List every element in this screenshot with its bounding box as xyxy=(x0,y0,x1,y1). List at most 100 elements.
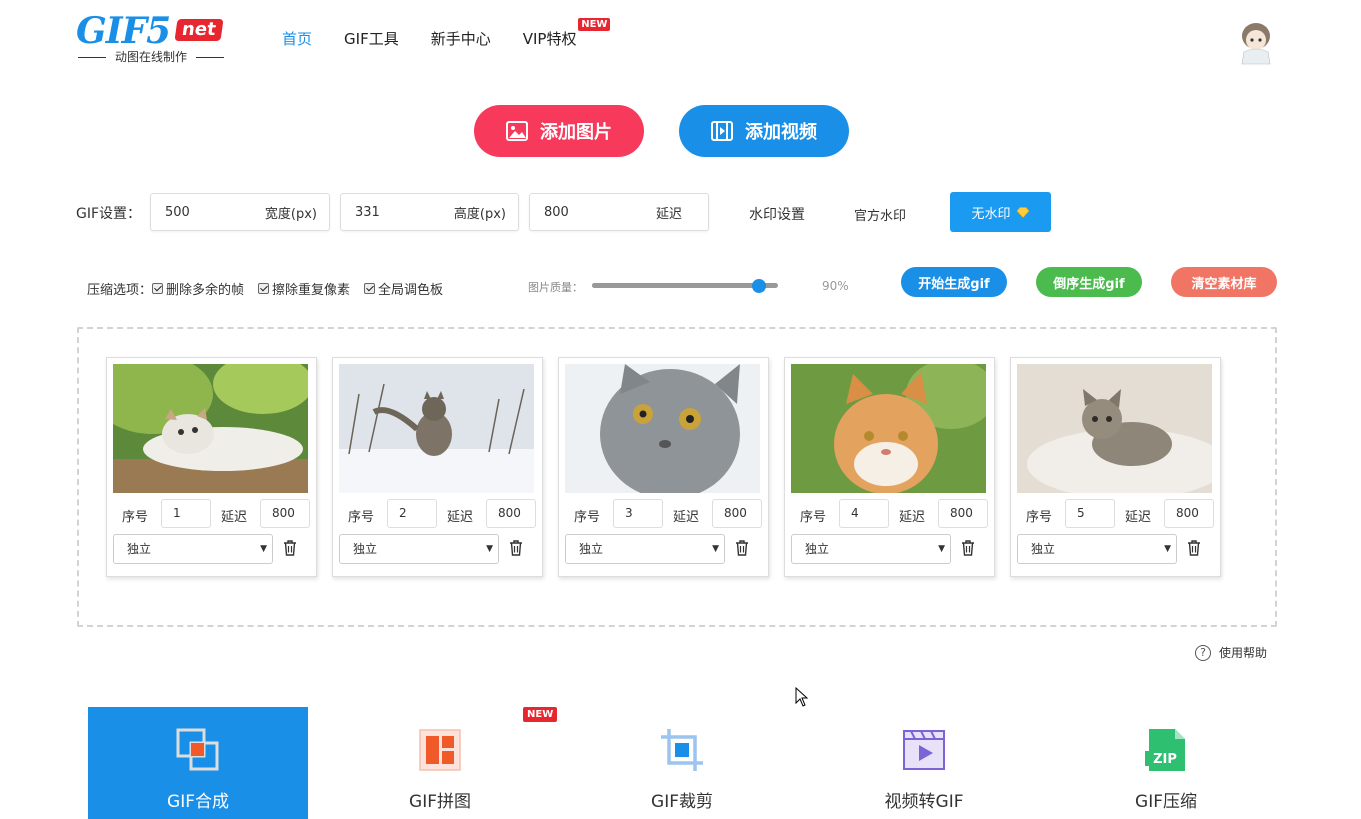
frame-thumbnail[interactable] xyxy=(791,364,986,493)
frame-card[interactable]: 序号 1 延迟 800 独立 ▼ xyxy=(106,357,317,577)
new-badge: NEW xyxy=(578,18,611,31)
tool-label: GIF拼图 xyxy=(409,792,471,812)
reverse-generate-button[interactable]: 倒序生成gif xyxy=(1036,267,1142,297)
crop-icon xyxy=(661,729,703,771)
logo-text: GIF5 xyxy=(76,10,171,52)
tool-label: 视频转GIF xyxy=(884,792,964,812)
delay-label: 延迟 xyxy=(221,510,248,525)
frame-card[interactable]: 序号 5 延迟 800 独立 ▼ xyxy=(1010,357,1221,577)
help-link[interactable]: ? 使用帮助 xyxy=(1195,644,1267,661)
tool-gif-crop[interactable]: GIF裁剪 xyxy=(572,707,792,819)
no-watermark-button[interactable]: 无水印 xyxy=(950,192,1051,232)
frame-mode-value: 独立 xyxy=(127,542,152,556)
delay-label: 延迟 xyxy=(447,510,474,525)
delay-input[interactable]: 800 xyxy=(260,499,310,528)
checkbox-global-palette[interactable]: 全局调色板 xyxy=(364,279,443,298)
gif-settings-label: GIF设置： xyxy=(76,206,142,222)
order-input[interactable]: 2 xyxy=(387,499,437,528)
checkbox-checked-icon xyxy=(258,283,270,294)
logo-suffix: net xyxy=(174,19,224,41)
caret-down-icon: ▼ xyxy=(1164,544,1171,554)
frame-mode-value: 独立 xyxy=(579,542,604,556)
mouse-cursor-icon xyxy=(795,687,809,707)
checkbox-erase-pixels[interactable]: 擦除重复像素 xyxy=(258,279,350,298)
delay-input[interactable]: 800 xyxy=(712,499,762,528)
frame-mode-value: 独立 xyxy=(805,542,830,556)
no-watermark-label: 无水印 xyxy=(971,206,1011,222)
nav-vip[interactable]: VIP特权 NEW xyxy=(522,18,611,49)
clear-library-button[interactable]: 清空素材库 xyxy=(1171,267,1277,297)
start-generate-button[interactable]: 开始生成gif xyxy=(901,267,1007,297)
frame-thumbnail[interactable] xyxy=(1017,364,1212,493)
width-field[interactable]: 500 宽度(px) xyxy=(150,193,330,231)
delay-input[interactable]: 800 xyxy=(938,499,988,528)
checkbox-label: 全局调色板 xyxy=(378,283,444,298)
frame-card[interactable]: 序号 3 延迟 800 独立 ▼ xyxy=(558,357,769,577)
frame-thumbnail[interactable] xyxy=(339,364,534,493)
trash-icon[interactable] xyxy=(961,540,975,556)
add-video-button[interactable]: 添加视频 xyxy=(679,105,849,157)
add-images-label: 添加图片 xyxy=(540,122,612,143)
film-icon xyxy=(711,121,733,141)
add-video-label: 添加视频 xyxy=(745,122,817,143)
delay-unit: 延迟 xyxy=(655,206,682,222)
site-logo[interactable]: GIF5 net 动图在线制作 xyxy=(76,12,228,66)
delay-input[interactable]: 800 xyxy=(1164,499,1214,528)
trash-icon[interactable] xyxy=(735,540,749,556)
trash-icon[interactable] xyxy=(283,540,297,556)
delay-field[interactable]: 800 延迟 xyxy=(529,193,709,231)
frame-mode-value: 独立 xyxy=(353,542,378,556)
quality-slider[interactable] xyxy=(592,279,778,293)
frame-mode-select[interactable]: 独立 ▼ xyxy=(1017,534,1177,564)
checkbox-remove-frames[interactable]: 删除多余的帧 xyxy=(152,279,244,298)
nav-gif-tools[interactable]: GIF工具 xyxy=(344,28,399,49)
nav-home[interactable]: 首页 xyxy=(282,28,312,49)
order-input[interactable]: 3 xyxy=(613,499,663,528)
frames-drop-zone[interactable]: 序号 1 延迟 800 独立 ▼ 序号 2 延迟 800 独立 ▼ 序号 3 延… xyxy=(77,327,1277,627)
official-watermark-option[interactable]: 官方水印 xyxy=(854,205,906,224)
frame-mode-select[interactable]: 独立 ▼ xyxy=(791,534,951,564)
caret-down-icon: ▼ xyxy=(712,544,719,554)
image-icon xyxy=(506,121,528,141)
frame-mode-select[interactable]: 独立 ▼ xyxy=(113,534,273,564)
main-nav: 首页 GIF工具 新手中心 VIP特权 NEW xyxy=(282,18,611,49)
frame-card[interactable]: 序号 4 延迟 800 独立 ▼ xyxy=(784,357,995,577)
order-label: 序号 xyxy=(800,510,827,525)
tool-gif-merge[interactable]: GIF合成 xyxy=(88,707,308,819)
tool-video-to-gif[interactable]: 视频转GIF xyxy=(814,707,1034,819)
question-icon: ? xyxy=(1195,644,1211,661)
order-label: 序号 xyxy=(574,510,601,525)
frame-thumbnail[interactable] xyxy=(113,364,308,493)
tool-gif-collage[interactable]: GIF拼图 xyxy=(330,707,550,819)
logo-tagline: 动图在线制作 xyxy=(76,48,226,65)
delay-input[interactable]: 800 xyxy=(486,499,536,528)
help-label: 使用帮助 xyxy=(1219,646,1268,660)
trash-icon[interactable] xyxy=(509,540,523,556)
height-field[interactable]: 331 高度(px) xyxy=(340,193,519,231)
tool-label: GIF压缩 xyxy=(1135,792,1197,812)
quality-slider-handle[interactable] xyxy=(752,279,767,293)
avatar[interactable] xyxy=(1236,20,1276,66)
order-label: 序号 xyxy=(1026,510,1053,525)
checkbox-checked-icon xyxy=(364,283,376,294)
trash-icon[interactable] xyxy=(1187,540,1201,556)
tool-label: GIF裁剪 xyxy=(651,792,713,812)
caret-down-icon: ▼ xyxy=(938,544,945,554)
width-unit: 宽度(px) xyxy=(264,206,317,222)
order-input[interactable]: 1 xyxy=(161,499,211,528)
compression-label: 压缩选项： xyxy=(87,283,153,298)
add-images-button[interactable]: 添加图片 xyxy=(474,105,644,157)
frame-mode-select[interactable]: 独立 ▼ xyxy=(565,534,725,564)
tool-gif-compress[interactable]: ZIP GIF压缩 xyxy=(1056,707,1276,819)
frame-card[interactable]: 序号 2 延迟 800 独立 ▼ xyxy=(332,357,543,577)
order-input[interactable]: 4 xyxy=(839,499,889,528)
zip-icon: ZIP xyxy=(1145,729,1185,771)
order-label: 序号 xyxy=(348,510,375,525)
frame-mode-select[interactable]: 独立 ▼ xyxy=(339,534,499,564)
frame-thumbnail[interactable] xyxy=(565,364,760,493)
nav-vip-label: VIP特权 xyxy=(522,30,577,48)
order-input[interactable]: 5 xyxy=(1065,499,1115,528)
nav-beginner-center[interactable]: 新手中心 xyxy=(431,28,491,49)
caret-down-icon: ▼ xyxy=(486,544,493,554)
delay-label: 延迟 xyxy=(673,510,700,525)
